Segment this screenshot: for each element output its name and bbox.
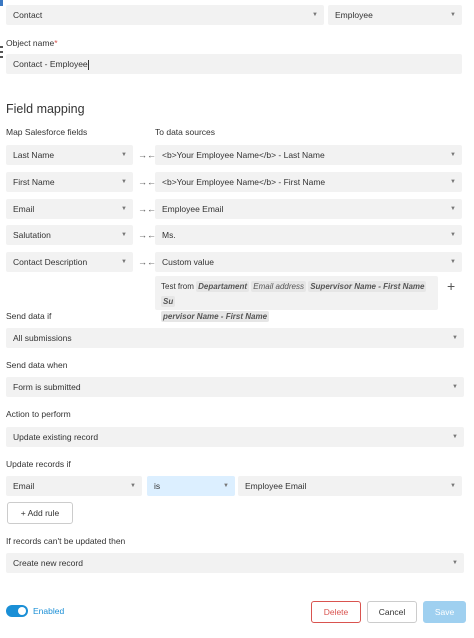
send-data-if-label: Send data if	[6, 311, 52, 321]
salesforce-field-value: First Name	[13, 177, 55, 187]
swap-arrows-icon: →←	[138, 257, 156, 267]
token-chip[interactable]: Email address	[251, 281, 306, 292]
cant-update-value: Create new record	[13, 558, 83, 568]
chevron-down-icon: ▼	[130, 483, 136, 489]
rule-value-value: Employee Email	[245, 481, 307, 491]
salesforce-field-value: Email	[13, 204, 35, 214]
drag-handle-icon[interactable]	[0, 56, 3, 58]
data-source-value: Custom value	[162, 257, 214, 267]
object-select-value: Contact	[13, 10, 43, 20]
text-cursor	[87, 59, 89, 70]
chevron-down-icon: ▼	[450, 232, 456, 238]
drag-handle-icon[interactable]	[0, 51, 3, 53]
object-name-label: Object name*	[6, 38, 58, 48]
cancel-button[interactable]: Cancel	[367, 601, 417, 623]
data-source-value: <b>Your Employee Name</b> - Last Name	[162, 150, 325, 160]
data-source-value: <b>Your Employee Name</b> - First Name	[162, 177, 326, 187]
token-chip[interactable]: pervisor Name - First Name	[161, 311, 270, 322]
salesforce-field-select[interactable]: First Name ▼	[6, 172, 133, 192]
swap-arrows-icon: →←	[138, 150, 156, 160]
token-chip[interactable]: Su	[161, 296, 176, 307]
data-source-select[interactable]: Custom value ▼	[155, 252, 462, 272]
action-select[interactable]: Update existing record ▼	[6, 427, 464, 447]
add-token-plus-icon[interactable]: +	[447, 278, 455, 294]
delete-button[interactable]: Delete	[311, 601, 361, 623]
edge-accent-mark	[0, 0, 3, 6]
rule-field-value: Email	[13, 481, 35, 491]
send-data-when-select[interactable]: Form is submitted ▼	[6, 377, 464, 397]
send-data-if-value: All submissions	[13, 333, 72, 343]
source-select-value: Employee	[335, 10, 373, 20]
swap-arrows-icon: →←	[138, 230, 156, 240]
to-data-sources-label: To data sources	[155, 127, 216, 137]
drag-handle-icon[interactable]	[0, 46, 3, 48]
send-data-when-label: Send data when	[6, 360, 68, 370]
object-select[interactable]: Contact ▼	[6, 5, 324, 25]
field-mapping-title: Field mapping	[6, 102, 85, 116]
map-salesforce-fields-label: Map Salesforce fields	[6, 127, 88, 137]
swap-arrows-icon: →←	[138, 177, 156, 187]
chevron-down-icon: ▼	[121, 179, 127, 185]
chevron-down-icon: ▼	[450, 483, 456, 489]
chevron-down-icon: ▼	[452, 384, 458, 390]
update-records-if-label: Update records if	[6, 459, 71, 469]
salesforce-field-select[interactable]: Email ▼	[6, 199, 133, 219]
data-source-value: Ms.	[162, 230, 176, 240]
chevron-down-icon: ▼	[121, 206, 127, 212]
rule-value-select[interactable]: Employee Email ▼	[238, 476, 462, 496]
chevron-down-icon: ▼	[121, 232, 127, 238]
chevron-down-icon: ▼	[452, 434, 458, 440]
enabled-toggle[interactable]	[6, 605, 28, 617]
send-data-when-value: Form is submitted	[13, 382, 81, 392]
data-source-select[interactable]: Ms. ▼	[155, 225, 462, 245]
swap-arrows-icon: →←	[138, 204, 156, 214]
data-source-value: Employee Email	[162, 204, 224, 214]
chevron-down-icon: ▼	[452, 560, 458, 566]
cant-update-select[interactable]: Create new record ▼	[6, 553, 464, 573]
required-mark: *	[54, 38, 58, 48]
save-button[interactable]: Save	[423, 601, 466, 623]
data-source-select[interactable]: <b>Your Employee Name</b> - Last Name ▼	[155, 145, 462, 165]
chevron-down-icon: ▼	[452, 335, 458, 341]
add-rule-button[interactable]: + Add rule	[7, 502, 73, 524]
salesforce-field-select[interactable]: Last Name ▼	[6, 145, 133, 165]
enabled-label: Enabled	[33, 606, 65, 616]
source-select[interactable]: Employee ▼	[328, 5, 462, 25]
salesforce-field-value: Salutation	[13, 230, 51, 240]
salesforce-field-select[interactable]: Contact Description ▼	[6, 252, 133, 272]
action-to-perform-label: Action to perform	[6, 409, 71, 419]
chevron-down-icon: ▼	[450, 259, 456, 265]
data-source-select[interactable]: <b>Your Employee Name</b> - First Name ▼	[155, 172, 462, 192]
cant-update-label: If records can't be updated then	[6, 536, 126, 546]
chevron-down-icon: ▼	[450, 206, 456, 212]
chevron-down-icon: ▼	[121, 152, 127, 158]
salesforce-field-select[interactable]: Salutation ▼	[6, 225, 133, 245]
chevron-down-icon: ▼	[450, 179, 456, 185]
salesforce-field-value: Contact Description	[13, 257, 88, 267]
salesforce-field-value: Last Name	[13, 150, 55, 160]
toggle-knob	[18, 607, 26, 615]
object-name-input[interactable]: Contact - Employee	[6, 54, 462, 74]
rule-operator-select[interactable]: is ▼	[147, 476, 235, 496]
send-data-if-select[interactable]: All submissions ▼	[6, 328, 464, 348]
chevron-down-icon: ▼	[312, 12, 318, 18]
token-chip[interactable]: Supervisor Name - First Name	[308, 281, 427, 292]
chevron-down-icon: ▼	[223, 483, 229, 489]
rule-field-select[interactable]: Email ▼	[6, 476, 142, 496]
chevron-down-icon: ▼	[450, 152, 456, 158]
rule-operator-value: is	[154, 481, 161, 491]
custom-value-editor[interactable]: Test from Departament Email address Supe…	[155, 276, 438, 322]
token-chip[interactable]: Departament	[196, 281, 250, 292]
chevron-down-icon: ▼	[121, 259, 127, 265]
custom-value-prefix: Test from	[161, 282, 194, 291]
chevron-down-icon: ▼	[450, 12, 456, 18]
action-value: Update existing record	[13, 432, 99, 442]
object-name-value: Contact - Employee	[13, 59, 88, 69]
data-source-select[interactable]: Employee Email ▼	[155, 199, 462, 219]
